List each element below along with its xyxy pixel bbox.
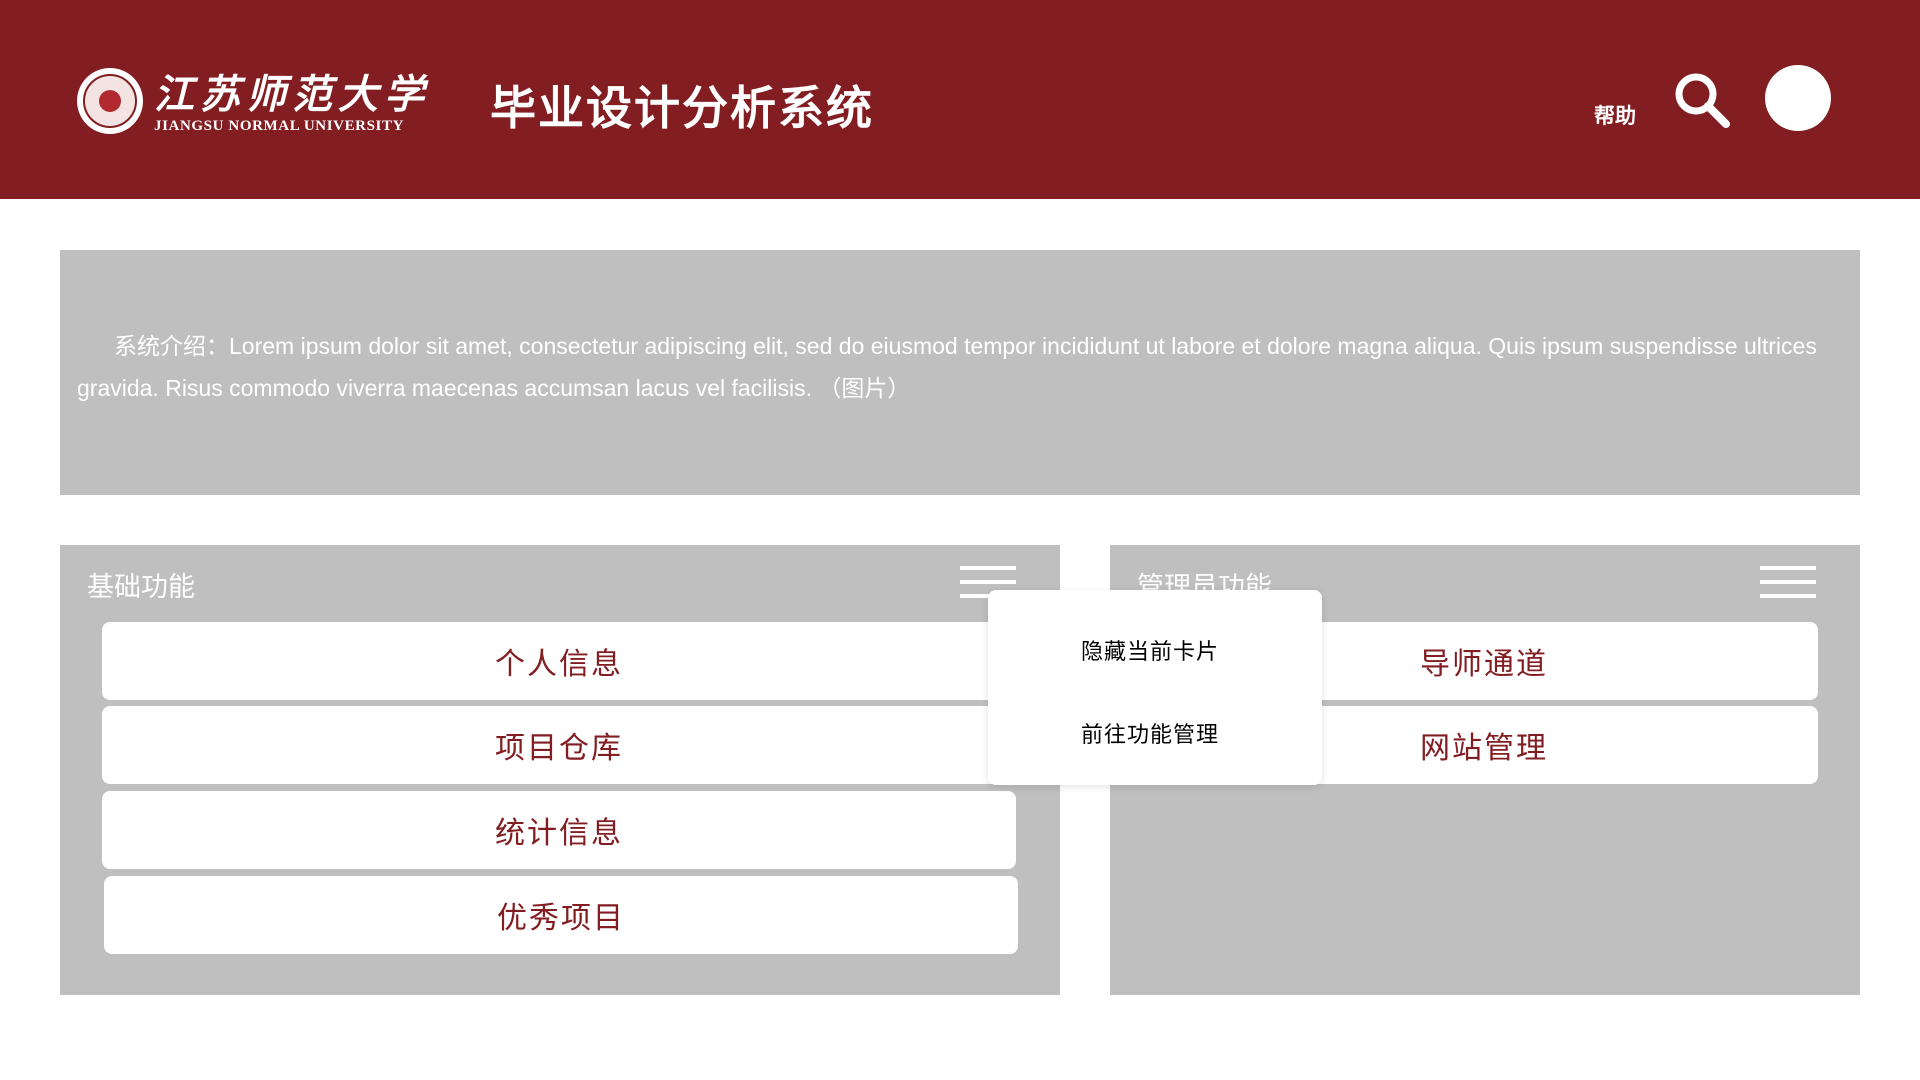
admin-card-menu-button[interactable]	[1760, 566, 1816, 600]
university-seal-icon	[77, 68, 143, 134]
project-repository-button[interactable]: 项目仓库	[102, 706, 1016, 784]
goto-function-management-menu-item[interactable]: 前往功能管理	[1081, 717, 1219, 749]
university-logo[interactable]: 江苏师范大学 JIANGSU NORMAL UNIVERSITY	[77, 66, 437, 138]
search-button[interactable]	[1672, 70, 1732, 130]
logo-english-name: JIANGSU NORMAL UNIVERSITY	[154, 118, 405, 134]
search-icon	[1675, 73, 1730, 128]
basic-functions-title: 基础功能	[87, 572, 195, 603]
help-link[interactable]: 帮助	[1594, 100, 1636, 130]
hide-card-menu-item[interactable]: 隐藏当前卡片	[1081, 634, 1219, 666]
personal-info-button[interactable]: 个人信息	[102, 622, 1016, 700]
system-intro-panel: 系统介绍：Lorem ipsum dolor sit amet, consect…	[60, 250, 1860, 495]
excellent-projects-button[interactable]: 优秀项目	[104, 876, 1018, 954]
top-header: 江苏师范大学 JIANGSU NORMAL UNIVERSITY 毕业设计分析系…	[0, 0, 1920, 199]
system-intro-text: 系统介绍：Lorem ipsum dolor sit amet, consect…	[77, 333, 1817, 401]
card-options-popover: 隐藏当前卡片 前往功能管理	[988, 590, 1322, 785]
statistics-button[interactable]: 统计信息	[102, 791, 1016, 869]
user-avatar[interactable]	[1765, 65, 1831, 131]
basic-functions-card: 基础功能 个人信息 项目仓库 统计信息 优秀项目	[60, 545, 1060, 995]
logo-chinese-name: 江苏师范大学	[154, 71, 430, 118]
app-title: 毕业设计分析系统	[490, 81, 874, 135]
